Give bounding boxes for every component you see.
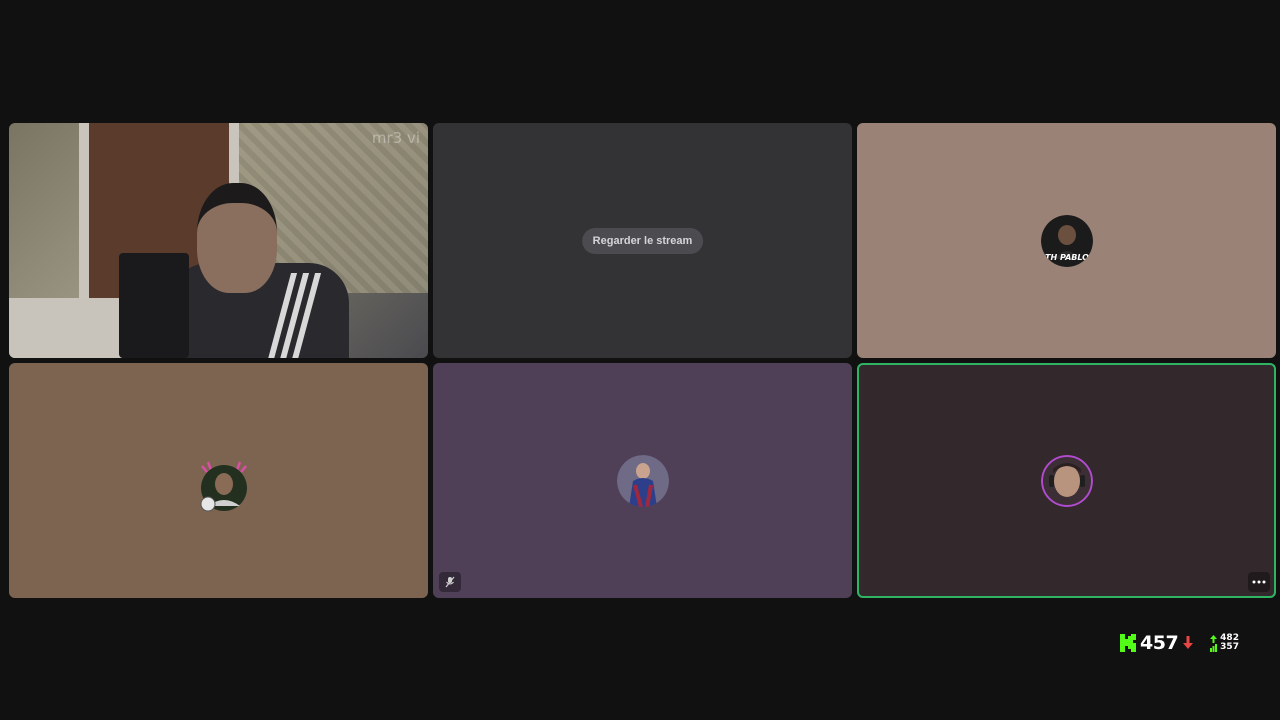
viewer-stats-detail: 482 357 bbox=[1210, 634, 1239, 652]
call-grid: mr3 vi Regarder le stream TH PABLO 457 4… bbox=[0, 0, 1280, 720]
viewer-count: 457 bbox=[1140, 632, 1179, 654]
avatar bbox=[616, 454, 669, 507]
watch-stream-button[interactable]: Regarder le stream bbox=[581, 227, 704, 254]
video-chair bbox=[119, 253, 189, 358]
mic-off-icon bbox=[439, 572, 461, 592]
video-person bbox=[159, 173, 359, 358]
more-options-icon[interactable] bbox=[1248, 572, 1270, 592]
video-tile-camera[interactable]: mr3 vi bbox=[9, 123, 428, 358]
stream-tile[interactable]: Regarder le stream bbox=[433, 123, 852, 358]
up-arrow-icon bbox=[1210, 634, 1218, 643]
down-count: 357 bbox=[1220, 642, 1239, 652]
avatar-text: TH PABLO bbox=[1045, 253, 1089, 262]
kick-logo-icon bbox=[1120, 634, 1136, 652]
participant-tile-user-5[interactable] bbox=[433, 363, 852, 598]
trend-down-icon bbox=[1183, 636, 1194, 649]
video-watermark: mr3 vi bbox=[371, 129, 420, 147]
participant-tile-user-4[interactable] bbox=[9, 363, 428, 598]
avatar: TH PABLO bbox=[1040, 214, 1093, 267]
avatar bbox=[193, 455, 247, 511]
bars-icon bbox=[1210, 643, 1218, 652]
avatar bbox=[1040, 454, 1093, 507]
participant-tile-th-pablo[interactable]: TH PABLO bbox=[857, 123, 1276, 358]
viewer-stats: 457 482 357 bbox=[1120, 632, 1239, 654]
participant-tile-user-6[interactable] bbox=[857, 363, 1276, 598]
